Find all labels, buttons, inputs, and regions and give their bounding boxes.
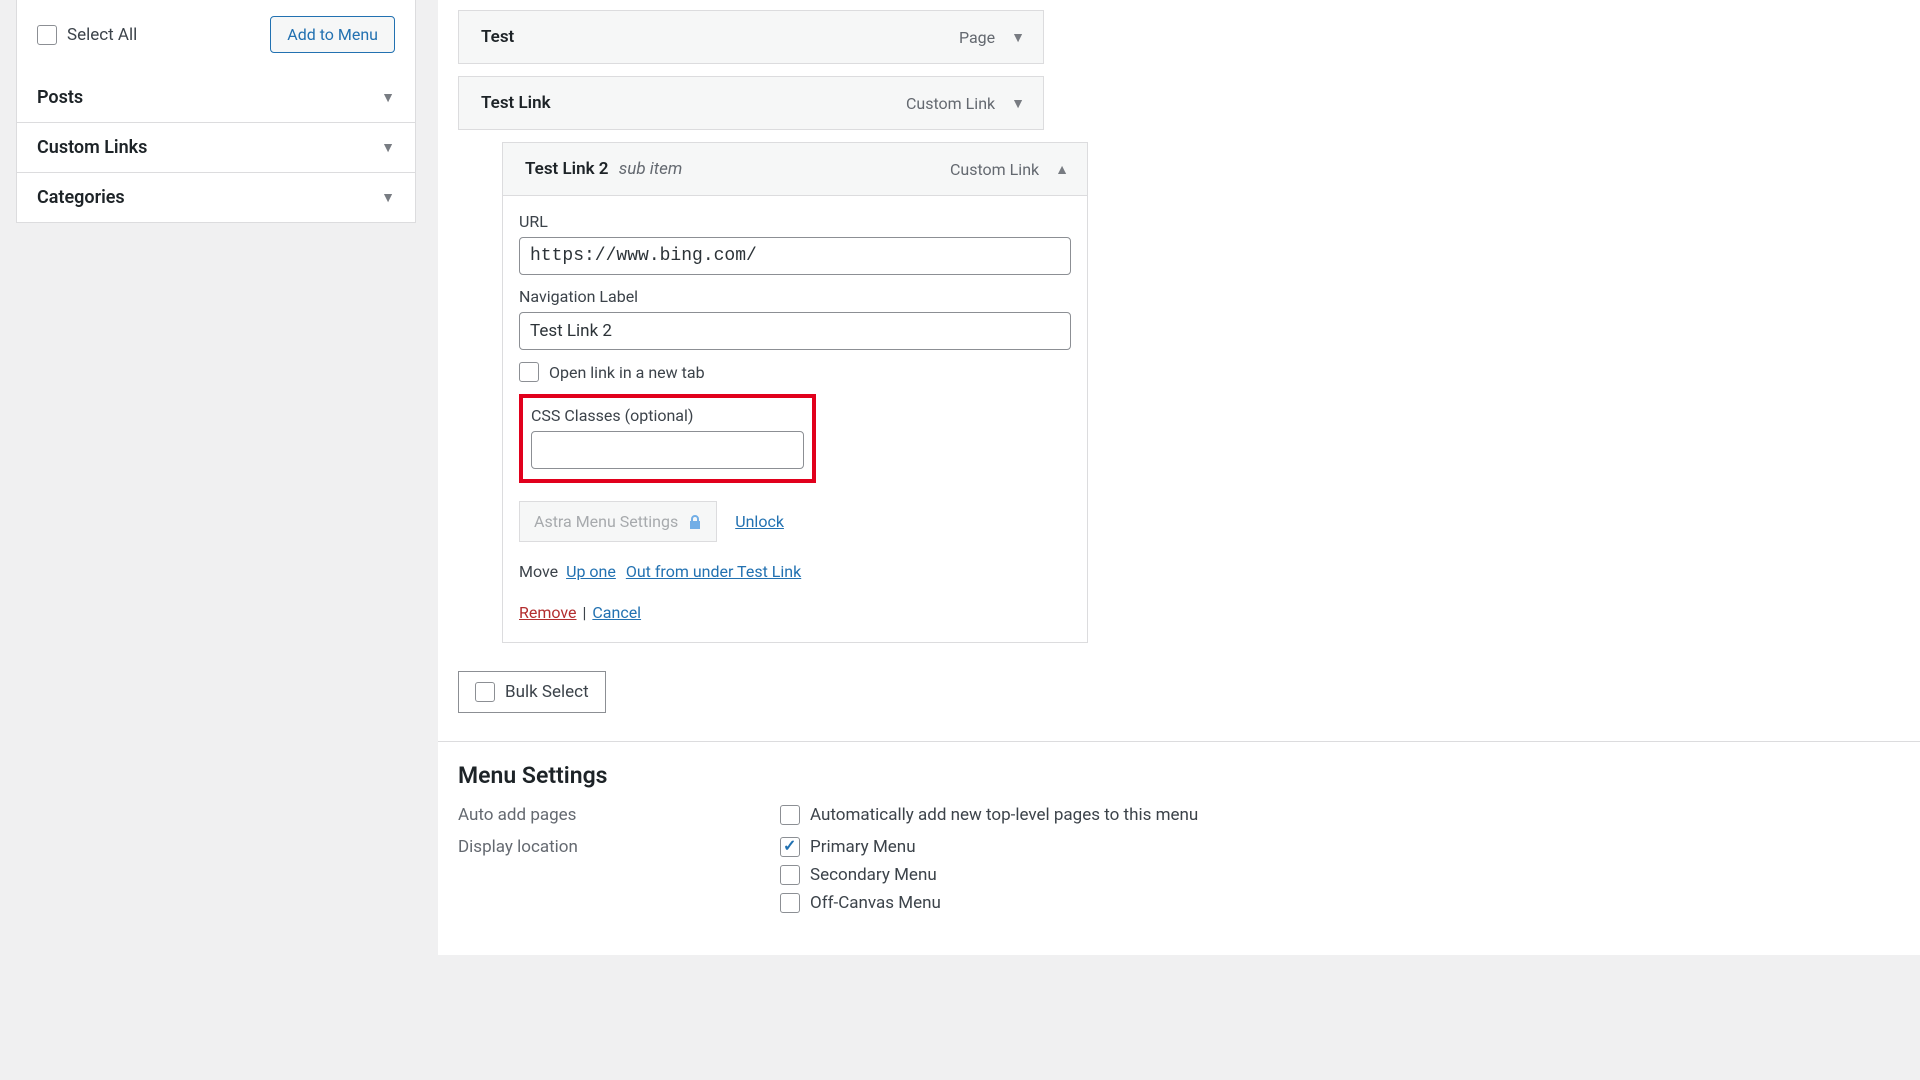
menu-item-title: Test [481,27,514,47]
off-canvas-menu-checkbox[interactable] [780,893,800,913]
cancel-link[interactable]: Cancel [592,603,641,622]
move-prefix: Move [519,562,558,581]
menu-item-title: Test Link 2 [525,159,609,179]
chevron-down-icon: ▼ [381,89,395,106]
off-canvas-menu-label: Off-Canvas Menu [810,893,941,913]
menu-structure: Test Page ▼ Test Link Custom Link ▼ Test… [438,0,1920,955]
menu-item-type: Custom Link [906,94,995,113]
secondary-menu-label: Secondary Menu [810,865,937,885]
menu-item-edit-panel: URL Navigation Label Open link in a new … [502,196,1088,643]
select-all-row: Select All Add to Menu [17,0,415,73]
menu-item-title: Test Link [481,93,551,113]
sidebar-panel-custom-links[interactable]: Custom Links ▼ [17,123,415,173]
panel-title: Posts [37,87,83,108]
css-classes-highlight: CSS Classes (optional) [519,394,816,483]
url-label: URL [519,212,1071,231]
panel-title: Custom Links [37,137,147,158]
menu-item-test-link-2[interactable]: Test Link 2 sub item Custom Link ▲ [502,142,1088,196]
primary-menu-label: Primary Menu [810,837,916,857]
sidebar-panel-categories[interactable]: Categories ▼ [17,173,415,222]
remove-link[interactable]: Remove [519,603,577,622]
auto-add-pages-label: Auto add pages [458,805,780,825]
auto-add-pages-opt-label: Automatically add new top-level pages to… [810,805,1198,825]
astra-settings-badge: Astra Menu Settings [519,501,717,542]
auto-add-pages-checkbox[interactable] [780,805,800,825]
sub-item-badge: sub item [619,159,683,179]
nav-label-input[interactable] [519,312,1071,350]
menu-item-test[interactable]: Test Page ▼ [458,10,1044,64]
select-all-checkbox[interactable] [37,25,57,45]
display-location-label: Display location [458,837,780,857]
select-all-label: Select All [67,25,137,45]
divider [438,741,1920,742]
sidebar-add-items: Select All Add to Menu Posts ▼ Custom Li… [0,0,418,955]
secondary-menu-checkbox[interactable] [780,865,800,885]
chevron-down-icon: ▼ [381,189,395,206]
menu-settings-title: Menu Settings [458,762,1920,789]
move-up-one-link[interactable]: Up one [566,562,616,581]
menu-item-test-link[interactable]: Test Link Custom Link ▼ [458,76,1044,130]
move-out-from-link[interactable]: Out from under Test Link [626,562,801,581]
astra-settings-label: Astra Menu Settings [534,512,678,531]
chevron-down-icon[interactable]: ▼ [1011,29,1025,46]
nav-label-label: Navigation Label [519,287,1071,306]
url-input[interactable] [519,237,1071,275]
panel-title: Categories [37,187,125,208]
bulk-select[interactable]: Bulk Select [458,671,606,713]
chevron-up-icon[interactable]: ▲ [1055,161,1069,178]
bulk-select-label: Bulk Select [505,682,589,702]
unlock-link[interactable]: Unlock [735,512,784,531]
css-classes-input[interactable] [531,431,804,469]
new-tab-checkbox[interactable] [519,362,539,382]
menu-item-type: Custom Link [950,160,1039,179]
bulk-select-checkbox[interactable] [475,682,495,702]
chevron-down-icon: ▼ [381,139,395,156]
primary-menu-checkbox[interactable] [780,837,800,857]
separator: | [582,603,586,622]
add-to-menu-button[interactable]: Add to Menu [270,16,395,53]
menu-item-type: Page [959,28,995,47]
new-tab-label: Open link in a new tab [549,363,705,382]
css-classes-label: CSS Classes (optional) [531,406,804,425]
lock-icon [688,514,702,530]
sidebar-panel-posts[interactable]: Posts ▼ [17,73,415,123]
chevron-down-icon[interactable]: ▼ [1011,95,1025,112]
